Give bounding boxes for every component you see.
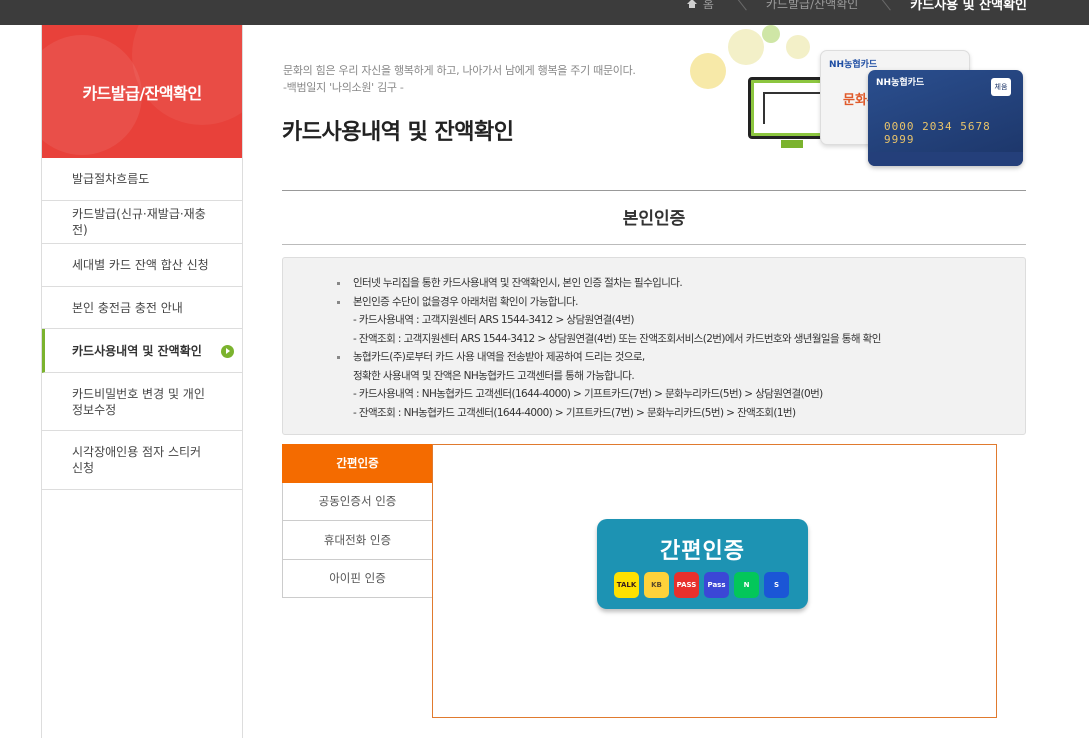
sidebar: 카드발급/잔액확인 발급절차흐름도 카드발급(신규·재발급·재충전) 세대별 카… [41,25,243,738]
quote-line: 문화의 힘은 우리 자신을 행복하게 하고, 나아가서 남에게 행복을 주기 때… [283,64,636,77]
tab-simple-auth[interactable]: 간편인증 [282,444,433,483]
sidebar-item-label: 발급절차흐름도 [72,172,150,186]
home-icon [686,0,697,8]
quote: 문화의 힘은 우리 자신을 행복하게 하고, 나아가서 남에게 행복을 주기 때… [283,62,636,96]
auth-app-list: TALK KB PASS Pass N S [614,572,789,598]
info-line: 인터넷 누리집을 통한 카드사용내역 및 잔액확인시, 본인 인증 절차는 필수… [335,274,1025,293]
info-box: 인터넷 누리집을 통한 카드사용내역 및 잔액확인시, 본인 인증 절차는 필수… [282,257,1026,435]
breadcrumb: 홈 카드발급/잔액확인 카드사용 및 잔액확인 [686,0,1027,25]
sidebar-item-process-flow[interactable]: 발급절차흐름도 [42,158,242,201]
sidebar-item-self-charge[interactable]: 본인 충전금 충전 안내 [42,287,242,329]
sidebar-item-card-issue[interactable]: 카드발급(신규·재발급·재충전) [42,201,242,244]
breadcrumb-separator [728,0,752,25]
info-line: 본인인증 수단이 없을경우 아래처럼 확인이 가능합니다. [335,293,1025,312]
sidebar-item-password-change[interactable]: 카드비밀번호 변경 및 개인 정보수정 [42,373,242,431]
breadcrumb-home-label: 홈 [702,0,714,11]
sidebar-item-label: 카드발급(신규·재발급·재충전) [72,207,206,237]
card-logo: NH농협카드 [876,78,925,88]
breadcrumb-separator [872,0,896,25]
info-line: - 잔액조회 : 고객지원센터 ARS 1544-3412 > 상담원연결(4번… [353,332,881,345]
card-logo: NH농협카드 [829,60,878,70]
blue-card-image: NH농협카드 체움 0000 2034 5678 9999 [868,70,1023,166]
header-illustration: NH농협카드 문화누리 NH농협카드 체움 0000 2034 5678 999… [690,25,1030,170]
decor-circle [728,29,764,65]
info-line: - 카드사용내역 : NH농협카드 고객센터(1644-4000) > 기프트카… [353,388,823,400]
naver-icon: N [734,572,759,598]
divider [282,190,1026,191]
sidebar-item-label: 시각장애인용 점자 스티커 신청 [72,445,202,475]
sidebar-item-label: 카드비밀번호 변경 및 개인 정보수정 [72,386,205,417]
sidebar-item-label: 본인 충전금 충전 안내 [72,300,183,315]
info-line: 정확한 사용내역 및 잔액은 NH농협카드 고객센터를 통해 가능합니다. [353,369,635,382]
sidebar-item-braille-sticker[interactable]: 시각장애인용 점자 스티커 신청 [42,431,242,490]
tab-ipin-auth[interactable]: 아이핀 인증 [282,559,433,598]
sidebar-item-label: 세대별 카드 잔액 합산 신청 [72,258,209,272]
sidebar-item-usage-balance[interactable]: 카드사용내역 및 잔액확인 [42,329,242,373]
top-bar: 홈 카드발급/잔액확인 카드사용 및 잔액확인 [0,0,1089,25]
breadcrumb-current[interactable]: 카드사용 및 잔액확인 [910,0,1027,13]
decor-circle [762,25,780,43]
info-line: - 잔액조회 : NH농협카드 고객센터(1644-4000) > 기프트카드(… [353,406,796,419]
sidebar-header: 카드발급/잔액확인 [42,25,242,158]
simple-auth-title: 간편인증 [660,539,745,564]
sidebar-title: 카드발급/잔액확인 [82,83,202,103]
decor-circle [132,25,242,125]
pass-red-icon: PASS [674,572,699,598]
tab-certificate-auth[interactable]: 공동인증서 인증 [282,482,433,521]
auth-panel: 간편인증 TALK KB PASS Pass N S [432,444,997,718]
kakaotalk-icon: TALK [614,572,639,598]
info-line: - 카드사용내역 : 고객지원센터 ARS 1544-3412 > 상담원연결(… [353,314,634,326]
breadcrumb-home[interactable]: 홈 [686,0,714,11]
sidebar-item-household-balance[interactable]: 세대별 카드 잔액 합산 신청 [42,244,242,287]
decor-circle [690,53,726,89]
pass-blue-icon: Pass [704,572,729,598]
shinhan-icon: S [764,572,789,598]
tab-mobile-auth[interactable]: 휴대전화 인증 [282,521,433,560]
page-title: 카드사용내역 및 잔액확인 [282,120,514,145]
breadcrumb-category[interactable]: 카드발급/잔액확인 [766,0,858,11]
divider [282,244,1026,245]
decor-circle [786,35,810,59]
card-chip: 체움 [991,78,1011,96]
info-line: 농협카드(주)로부터 카드 사용 내역을 전송받아 제공하여 드리는 것으로, [335,348,1025,367]
simple-auth-button[interactable]: 간편인증 TALK KB PASS Pass N S [597,519,808,609]
auth-tabs: 간편인증 공동인증서 인증 휴대전화 인증 아이핀 인증 [282,444,433,598]
section-title: 본인인증 [622,209,686,229]
kb-icon: KB [644,572,669,598]
card-number: 0000 2034 5678 9999 [884,120,991,146]
arrow-right-circle-icon [221,344,234,358]
quote-author: -백범일지 '나의소원' 김구 - [283,81,404,94]
sidebar-item-label: 카드사용내역 및 잔액확인 [72,343,202,358]
